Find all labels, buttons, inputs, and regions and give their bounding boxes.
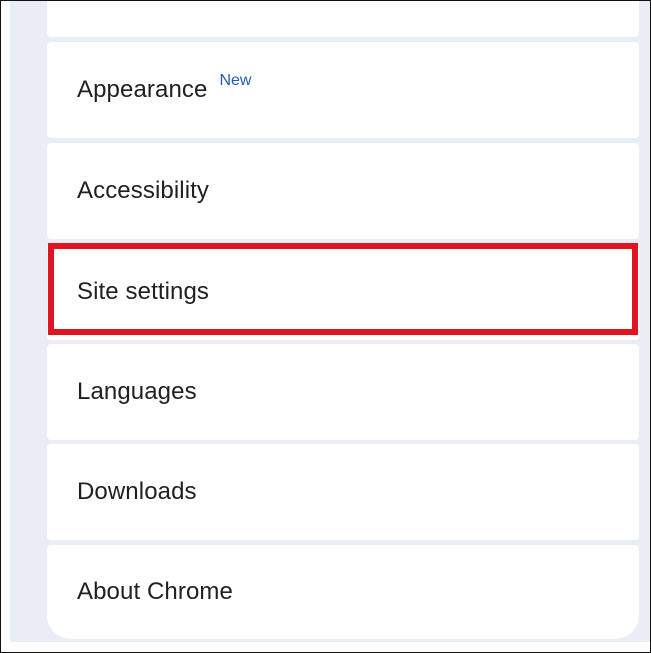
settings-list: Appearance New Accessibility Site settin… [47, 1, 639, 639]
screenshot-frame: Appearance New Accessibility Site settin… [0, 0, 651, 653]
settings-item-site-settings[interactable]: Site settings [47, 244, 639, 340]
settings-item-label: Appearance [77, 76, 208, 103]
settings-panel: Appearance New Accessibility Site settin… [10, 1, 650, 642]
settings-item-label: Downloads [77, 478, 197, 505]
settings-item-appearance[interactable]: Appearance New [47, 42, 639, 138]
settings-item-partial[interactable] [47, 1, 639, 37]
settings-item-accessibility[interactable]: Accessibility [47, 143, 639, 239]
settings-item-about-chrome[interactable]: About Chrome [47, 545, 639, 639]
settings-item-label: Site settings [77, 278, 210, 305]
settings-item-label: Accessibility [77, 177, 209, 204]
settings-item-downloads[interactable]: Downloads [47, 444, 639, 540]
new-badge: New [219, 72, 252, 89]
settings-item-languages[interactable]: Languages [47, 344, 639, 440]
settings-item-label: Languages [77, 378, 197, 405]
settings-item-label: About Chrome [77, 578, 233, 605]
